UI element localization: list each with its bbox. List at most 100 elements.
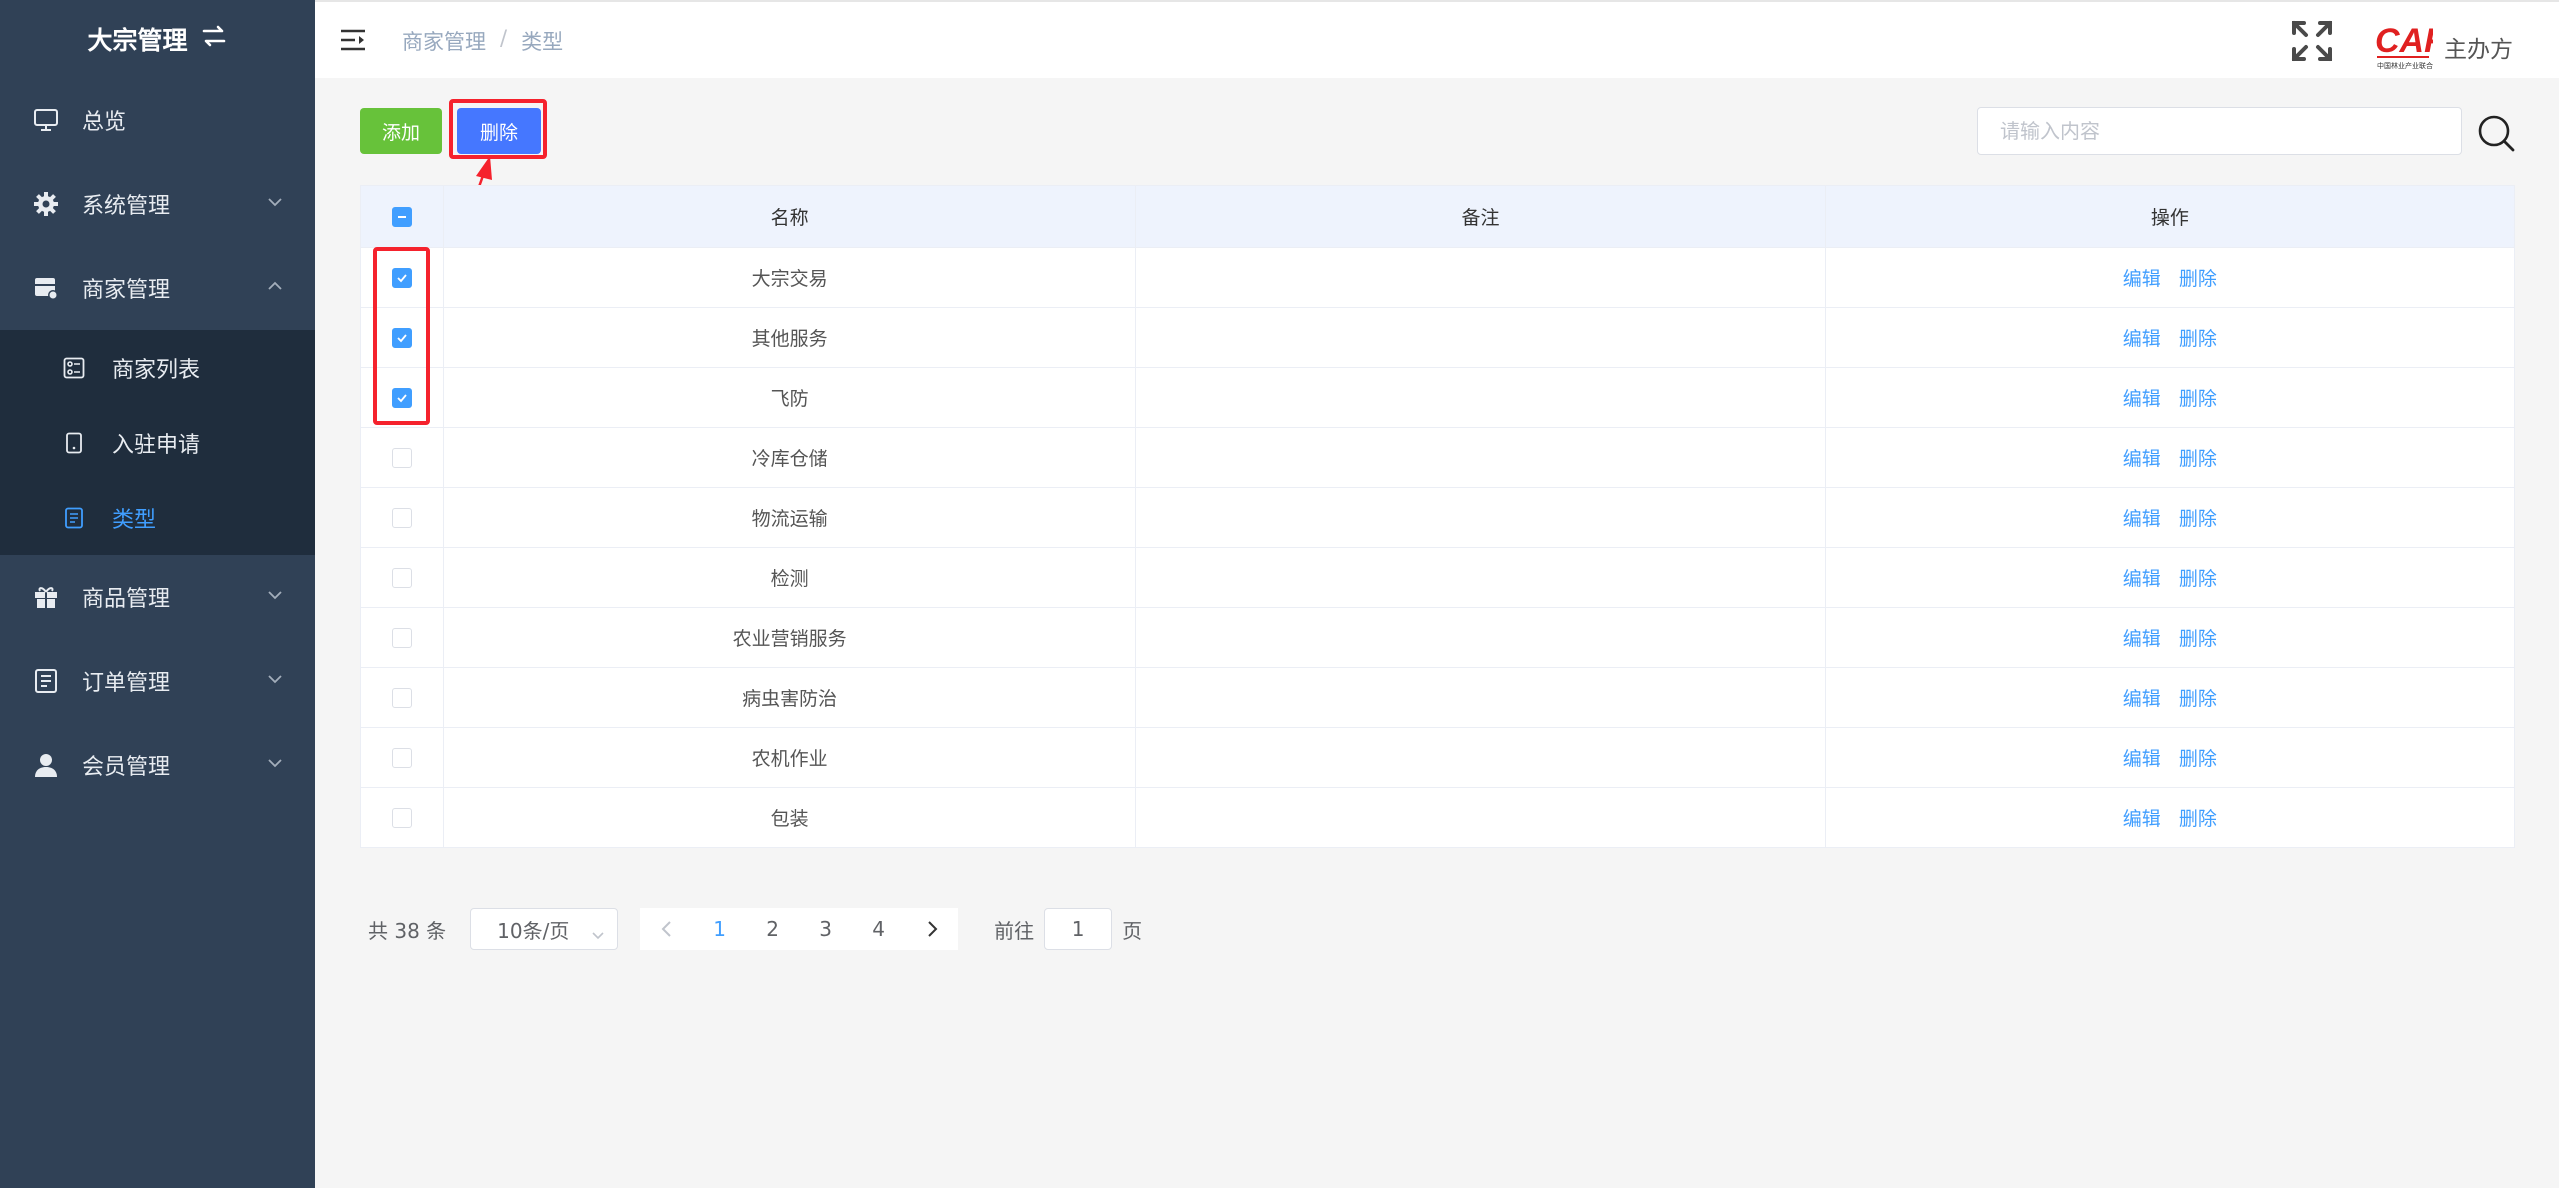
row-checkbox[interactable] <box>391 507 412 528</box>
edit-link[interactable]: 编辑 <box>2123 384 2161 411</box>
page-size-select[interactable]: 10条/页 <box>470 908 619 950</box>
row-select-cell <box>361 548 444 607</box>
delete-link[interactable]: 删除 <box>2179 744 2217 771</box>
cell-name: 飞防 <box>444 368 1137 427</box>
row-select-cell <box>361 728 444 787</box>
sidebar-subitem-apply[interactable]: 入驻申请 <box>0 405 315 480</box>
delete-link[interactable]: 删除 <box>2179 444 2217 471</box>
organizer-label: 主办方 <box>2444 37 2513 63</box>
edit-link[interactable]: 编辑 <box>2123 504 2161 531</box>
order-icon <box>32 667 60 695</box>
next-page-icon[interactable] <box>905 908 958 950</box>
cell-remark <box>1136 788 1826 847</box>
cell-remark <box>1136 368 1826 427</box>
edit-link[interactable]: 编辑 <box>2123 324 2161 351</box>
delete-link[interactable]: 删除 <box>2179 564 2217 591</box>
row-checkbox[interactable] <box>391 687 412 708</box>
delete-link[interactable]: 删除 <box>2179 264 2217 291</box>
chevron-down-icon <box>591 923 605 940</box>
cell-remark <box>1136 308 1826 367</box>
table-row: 物流运输 编辑 删除 <box>361 487 2514 547</box>
table-row: 农业营销服务 编辑 删除 <box>361 607 2514 667</box>
goto-page-input[interactable] <box>1044 908 1113 950</box>
row-select-cell <box>361 788 444 847</box>
cell-name: 包装 <box>444 788 1137 847</box>
edit-link[interactable]: 编辑 <box>2123 744 2161 771</box>
sidebar-item-system[interactable]: 系统管理 <box>0 162 315 246</box>
type-table: 名称 备注 操作 大宗交易 编辑 删除 其他服务 编辑 删除 飞防 编辑 删除 冷库仓储 编辑 删除物… <box>360 185 2515 848</box>
row-checkbox[interactable] <box>391 567 412 588</box>
table-row: 检测 编辑 删除 <box>361 547 2514 607</box>
edit-link[interactable]: 编辑 <box>2123 804 2161 831</box>
select-all-checkbox[interactable] <box>391 206 412 227</box>
sidebar: 大宗管理 总览 系统管理 商家管理 商家列表 入驻申请 类型 商品管理 订单管理… <box>0 0 315 1188</box>
cell-remark <box>1136 248 1826 307</box>
page-number[interactable]: 3 <box>799 908 852 950</box>
cell-name: 大宗交易 <box>444 248 1137 307</box>
row-select-cell <box>361 608 444 667</box>
delete-link[interactable]: 删除 <box>2179 504 2217 531</box>
cell-actions: 编辑 删除 <box>1826 668 2514 727</box>
chevron-down-icon <box>265 192 285 212</box>
sidebar-title: 大宗管理 <box>0 0 315 78</box>
sidebar-item-orders[interactable]: 订单管理 <box>0 639 315 723</box>
page-number[interactable]: 4 <box>852 908 905 950</box>
cell-actions: 编辑 删除 <box>1826 368 2514 427</box>
edit-link[interactable]: 编辑 <box>2123 624 2161 651</box>
edit-link[interactable]: 编辑 <box>2123 564 2161 591</box>
cell-remark <box>1136 428 1826 487</box>
search-icon[interactable] <box>2476 113 2516 153</box>
cell-actions: 编辑 删除 <box>1826 308 2514 367</box>
row-select-cell <box>361 488 444 547</box>
cell-remark <box>1136 608 1826 667</box>
prev-page-icon[interactable] <box>640 908 693 950</box>
switch-icon[interactable] <box>200 24 228 55</box>
delete-link[interactable]: 删除 <box>2179 804 2217 831</box>
edit-link[interactable]: 编辑 <box>2123 444 2161 471</box>
search-input[interactable] <box>1977 107 2462 155</box>
cell-name: 病虫害防治 <box>444 668 1137 727</box>
gear-icon <box>32 190 60 218</box>
fullscreen-icon[interactable] <box>2290 19 2334 63</box>
row-checkbox[interactable] <box>391 807 412 828</box>
table-row: 大宗交易 编辑 删除 <box>361 247 2514 307</box>
sidebar-subitem-label: 入驻申请 <box>112 432 201 458</box>
row-checkbox[interactable] <box>391 447 412 468</box>
table-body: 大宗交易 编辑 删除 其他服务 编辑 删除 飞防 编辑 删除 冷库仓储 编辑 删除 物流运输 编辑 删除 检测… <box>361 247 2514 847</box>
goto-suffix: 页 <box>1122 918 1143 943</box>
delete-link[interactable]: 删除 <box>2179 324 2217 351</box>
sidebar-item-overview[interactable]: 总览 <box>0 78 315 162</box>
cell-name: 其他服务 <box>444 308 1137 367</box>
sidebar-item-merchant[interactable]: 商家管理 <box>0 246 315 330</box>
total-count: 共 38 条 <box>368 918 447 943</box>
edit-link[interactable]: 编辑 <box>2123 684 2161 711</box>
chevron-up-icon <box>265 276 285 296</box>
breadcrumb-item[interactable]: 商家管理 <box>402 26 486 56</box>
sidebar-item-goods[interactable]: 商品管理 <box>0 555 315 639</box>
page-number[interactable]: 1 <box>693 908 746 950</box>
delete-link[interactable]: 删除 <box>2179 624 2217 651</box>
add-button[interactable]: 添加 <box>360 108 442 154</box>
cell-actions: 编辑 删除 <box>1826 488 2514 547</box>
list-icon <box>62 356 86 380</box>
delete-link[interactable]: 删除 <box>2179 684 2217 711</box>
sidebar-subitem-merchant-list[interactable]: 商家列表 <box>0 330 315 405</box>
cell-remark <box>1136 548 1826 607</box>
document-icon <box>62 506 86 530</box>
row-checkbox[interactable] <box>391 747 412 768</box>
cell-name: 农机作业 <box>444 728 1137 787</box>
sidebar-item-members[interactable]: 会员管理 <box>0 723 315 807</box>
header-select-cell <box>361 186 444 247</box>
row-checkbox[interactable] <box>391 627 412 648</box>
breadcrumb-separator: / <box>500 26 508 50</box>
cell-actions: 编辑 删除 <box>1826 728 2514 787</box>
page-number[interactable]: 2 <box>746 908 799 950</box>
sidebar-subitem-type[interactable]: 类型 <box>0 480 315 555</box>
delete-link[interactable]: 删除 <box>2179 384 2217 411</box>
cell-name: 农业营销服务 <box>444 608 1137 667</box>
gift-icon <box>32 583 60 611</box>
edit-link[interactable]: 编辑 <box>2123 264 2161 291</box>
menu-fold-icon[interactable] <box>339 26 367 54</box>
cell-actions: 编辑 删除 <box>1826 248 2514 307</box>
sidebar-item-label: 会员管理 <box>82 755 171 780</box>
